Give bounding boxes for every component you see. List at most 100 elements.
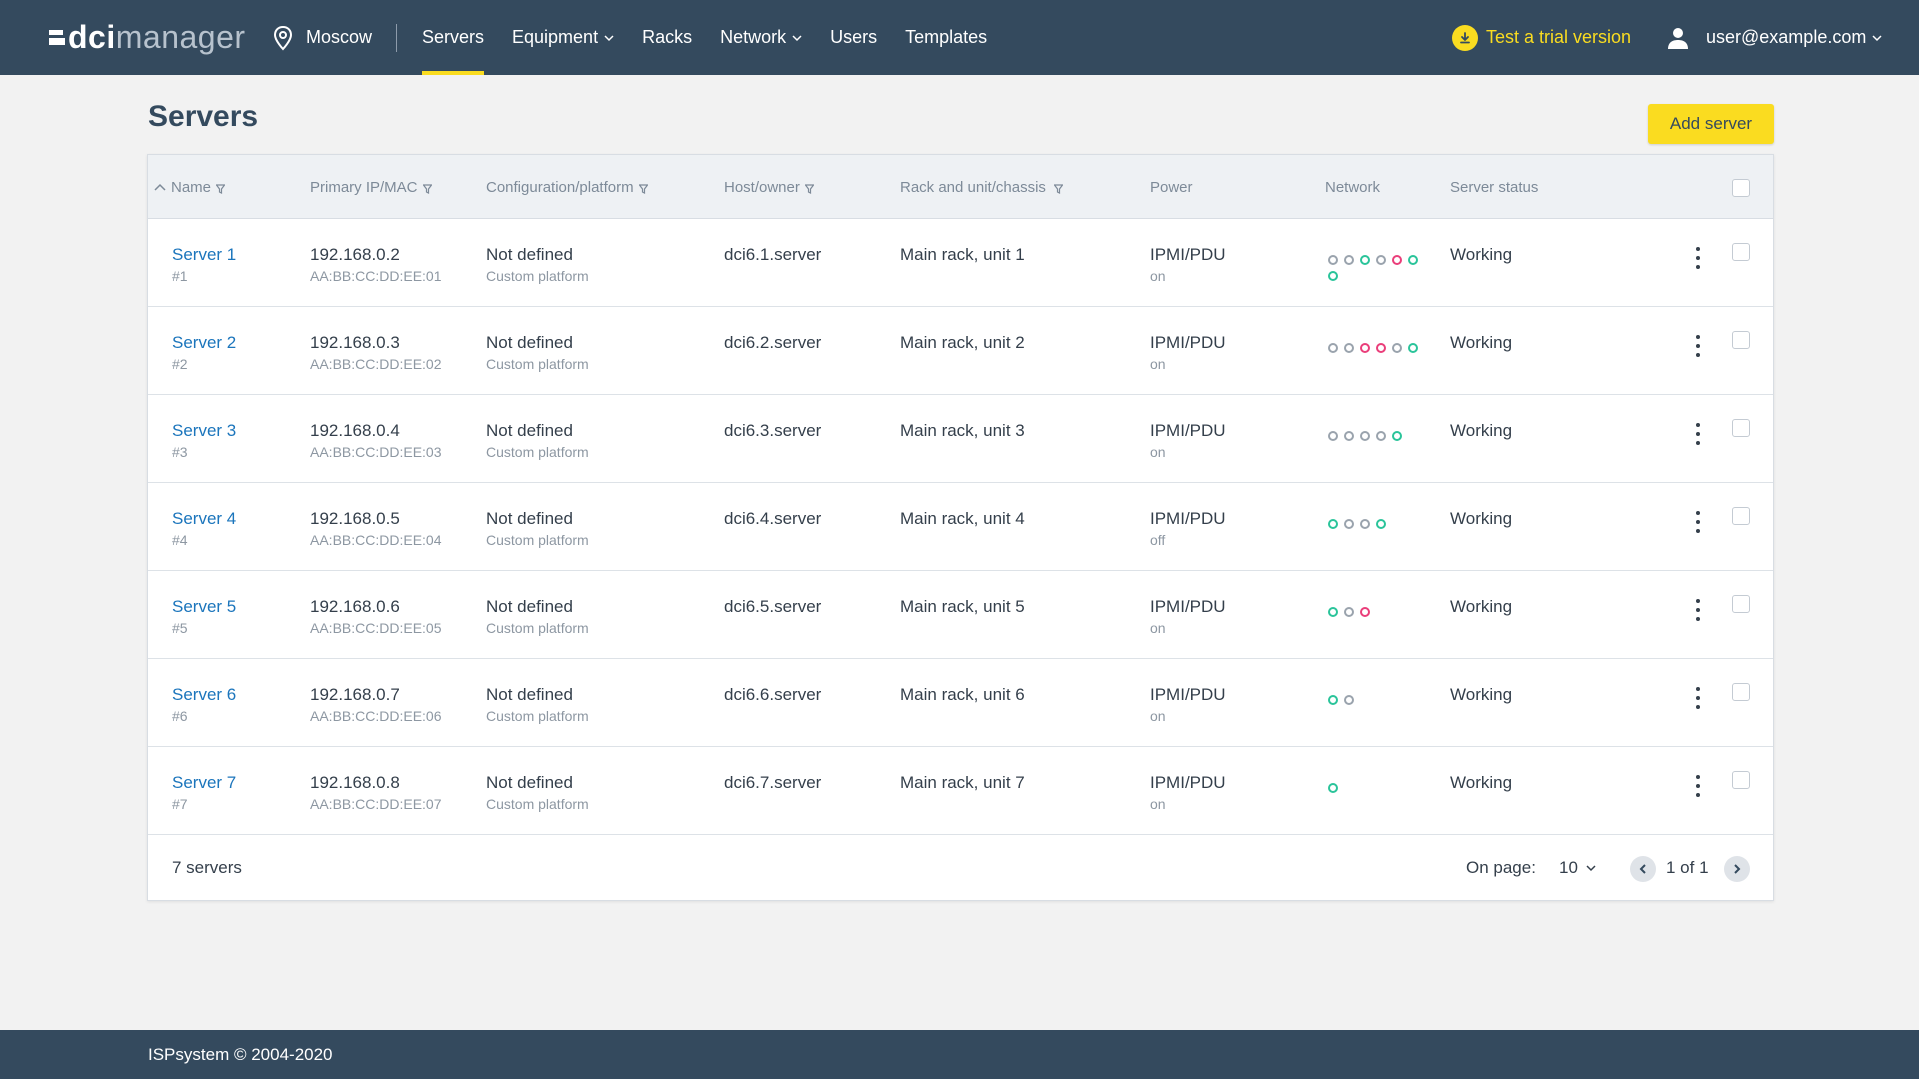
server-link[interactable]: Server 1: [172, 245, 236, 265]
row-checkbox[interactable]: [1732, 507, 1750, 525]
row-menu-icon[interactable]: [1692, 773, 1704, 799]
server-power-state: on: [1150, 356, 1166, 372]
network-port-green-icon[interactable]: [1328, 783, 1338, 793]
network-port-green-icon[interactable]: [1328, 271, 1338, 281]
user-menu[interactable]: user@example.com: [1666, 0, 1882, 75]
logo[interactable]: dci manager: [49, 18, 246, 56]
nav-item-label: Servers: [422, 27, 485, 47]
next-page-button[interactable]: [1724, 856, 1750, 882]
server-link[interactable]: Server 7: [172, 773, 236, 793]
row-menu-icon[interactable]: [1692, 509, 1704, 535]
location-selector[interactable]: Moscow: [272, 0, 372, 75]
filter-icon[interactable]: [1053, 184, 1063, 194]
server-link[interactable]: Server 6: [172, 685, 236, 705]
server-platform: Custom platform: [486, 356, 589, 372]
server-id: #5: [172, 620, 188, 636]
select-all-checkbox[interactable]: [1732, 179, 1750, 197]
filter-icon[interactable]: [422, 184, 432, 194]
network-port-grey-icon[interactable]: [1344, 431, 1354, 441]
row-menu-icon[interactable]: [1692, 245, 1704, 271]
nav-item-label: Network: [720, 27, 787, 47]
table-row[interactable]: Server 4 #4 192.168.0.5 AA:BB:CC:DD:EE:04 No…: [148, 483, 1773, 571]
table-row[interactable]: Server 1 #1 192.168.0.2 AA:BB:CC:DD:EE:01 No…: [148, 219, 1773, 307]
network-port-grey-icon[interactable]: [1344, 607, 1354, 617]
trial-link[interactable]: Test a trial version: [1452, 0, 1631, 75]
network-port-green-icon[interactable]: [1392, 431, 1402, 441]
server-link[interactable]: Server 4: [172, 509, 236, 529]
column-host-label: Host/owner: [724, 178, 800, 196]
network-port-grey-icon[interactable]: [1328, 431, 1338, 441]
column-name[interactable]: Name: [154, 155, 226, 219]
nav-item-network[interactable]: Network: [720, 0, 802, 75]
network-port-red-icon[interactable]: [1360, 343, 1370, 353]
network-port-red-icon[interactable]: [1360, 607, 1370, 617]
network-port-grey-icon[interactable]: [1376, 255, 1386, 265]
nav-item-equipment[interactable]: Equipment: [512, 0, 614, 75]
nav-item-users[interactable]: Users: [830, 0, 877, 75]
table-row[interactable]: Server 6 #6 192.168.0.7 AA:BB:CC:DD:EE:06 No…: [148, 659, 1773, 747]
table-row[interactable]: Server 5 #5 192.168.0.6 AA:BB:CC:DD:EE:05 No…: [148, 571, 1773, 659]
row-checkbox[interactable]: [1732, 331, 1750, 349]
column-config[interactable]: Configuration/platform: [486, 155, 648, 219]
row-checkbox[interactable]: [1732, 595, 1750, 613]
network-port-grey-icon[interactable]: [1344, 519, 1354, 529]
network-port-grey-icon[interactable]: [1360, 431, 1370, 441]
network-port-green-icon[interactable]: [1376, 519, 1386, 529]
row-checkbox[interactable]: [1732, 771, 1750, 789]
network-port-red-icon[interactable]: [1392, 255, 1402, 265]
column-status-label: Server status: [1450, 178, 1539, 196]
network-port-green-icon[interactable]: [1408, 343, 1418, 353]
row-checkbox[interactable]: [1732, 419, 1750, 437]
chevron-right-icon: [1734, 864, 1741, 874]
row-checkbox[interactable]: [1732, 683, 1750, 701]
table-row[interactable]: Server 7 #7 192.168.0.8 AA:BB:CC:DD:EE:07 No…: [148, 747, 1773, 835]
server-config: Not defined: [486, 597, 573, 616]
network-port-green-icon[interactable]: [1328, 607, 1338, 617]
column-host[interactable]: Host/owner: [724, 155, 814, 219]
row-menu-icon[interactable]: [1692, 597, 1704, 623]
nav-item-servers[interactable]: Servers: [422, 0, 485, 75]
server-id: #2: [172, 356, 188, 372]
network-port-grey-icon[interactable]: [1344, 343, 1354, 353]
network-port-grey-icon[interactable]: [1392, 343, 1402, 353]
table-row[interactable]: Server 3 #3 192.168.0.4 AA:BB:CC:DD:EE:03 No…: [148, 395, 1773, 483]
filter-icon[interactable]: [216, 184, 226, 194]
cell-config: Not defined Custom platform: [486, 509, 589, 549]
network-port-grey-icon[interactable]: [1376, 431, 1386, 441]
prev-page-button[interactable]: [1630, 856, 1656, 882]
network-port-green-icon[interactable]: [1328, 519, 1338, 529]
filter-icon[interactable]: [638, 184, 648, 194]
network-port-grey-icon[interactable]: [1360, 519, 1370, 529]
network-port-grey-icon[interactable]: [1328, 255, 1338, 265]
server-link[interactable]: Server 3: [172, 421, 236, 441]
table-row[interactable]: Server 2 #2 192.168.0.3 AA:BB:CC:DD:EE:02 No…: [148, 307, 1773, 395]
nav-item-templates[interactable]: Templates: [905, 0, 987, 75]
cell-host: dci6.7.server: [724, 773, 821, 793]
network-port-grey-icon[interactable]: [1344, 255, 1354, 265]
chevron-down-icon: [1586, 865, 1596, 872]
network-port-green-icon[interactable]: [1360, 255, 1370, 265]
servers-table: Name Primary IP/MAC Configuration/platfo…: [147, 154, 1774, 901]
network-port-green-icon[interactable]: [1408, 255, 1418, 265]
row-menu-icon[interactable]: [1692, 685, 1704, 711]
cell-config: Not defined Custom platform: [486, 245, 589, 285]
network-port-grey-icon[interactable]: [1328, 343, 1338, 353]
cell-status: Working: [1450, 421, 1512, 441]
network-port-grey-icon[interactable]: [1344, 695, 1354, 705]
server-link[interactable]: Server 2: [172, 333, 236, 353]
row-menu-icon[interactable]: [1692, 421, 1704, 447]
network-port-green-icon[interactable]: [1328, 695, 1338, 705]
filter-icon[interactable]: [804, 184, 814, 194]
column-ip[interactable]: Primary IP/MAC: [310, 155, 432, 219]
cell-name: Server 1 #1: [172, 245, 236, 285]
add-server-button[interactable]: Add server: [1648, 104, 1774, 144]
column-rack[interactable]: Rack and unit/chassis: [900, 155, 1063, 219]
server-link[interactable]: Server 5: [172, 597, 236, 617]
logo-text-light: manager: [115, 18, 246, 55]
row-checkbox[interactable]: [1732, 243, 1750, 261]
server-power-state: on: [1150, 620, 1166, 636]
nav-item-racks[interactable]: Racks: [642, 0, 692, 75]
row-menu-icon[interactable]: [1692, 333, 1704, 359]
per-page-select[interactable]: 10: [1559, 858, 1596, 878]
network-port-red-icon[interactable]: [1376, 343, 1386, 353]
